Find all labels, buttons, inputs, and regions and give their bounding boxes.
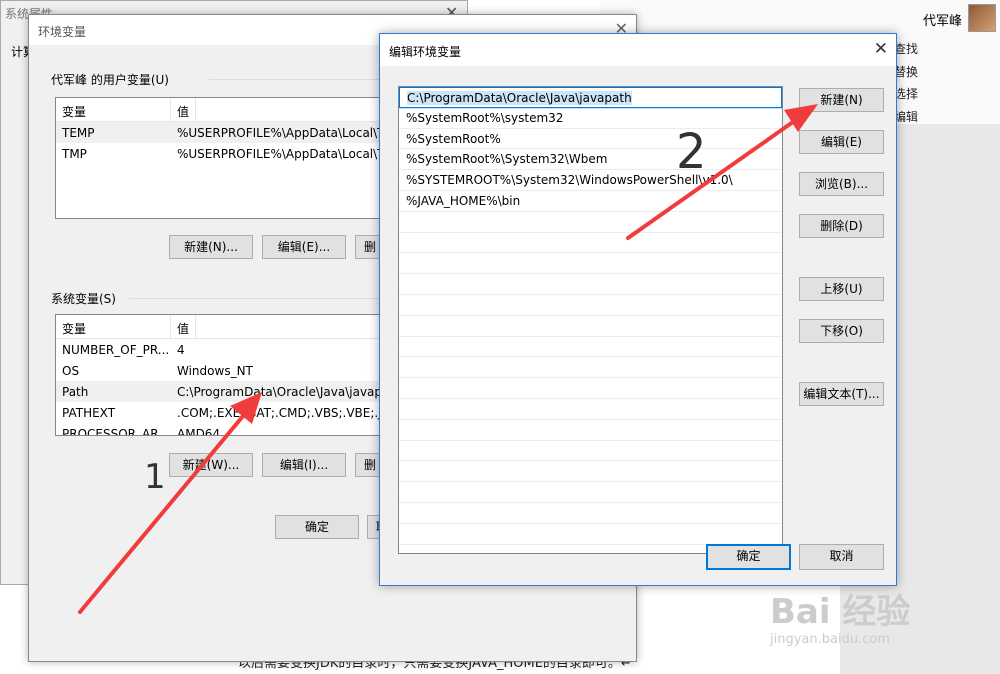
variable-name: PATHEXT <box>62 405 116 420</box>
empty-row[interactable] <box>399 420 782 441</box>
ok-button[interactable]: 确定 <box>275 515 359 539</box>
system-edit-button[interactable]: 编辑(I)... <box>262 453 346 477</box>
watermark-url: jingyan.baidu.com <box>770 632 890 647</box>
replace-command[interactable]: 替换 <box>894 63 918 80</box>
variable-value: AMD64 <box>177 426 221 436</box>
title-bar: 编辑环境变量 ✕ <box>380 34 896 66</box>
cancel-button[interactable]: 取消 <box>799 544 884 570</box>
column-header-value[interactable]: 值 <box>171 315 197 338</box>
table-row[interactable]: OS Windows_NT <box>56 360 384 381</box>
edit-button[interactable]: 编辑(E) <box>799 130 884 154</box>
variable-name: NUMBER_OF_PR... <box>62 342 170 357</box>
system-new-button[interactable]: 新建(W)... <box>169 453 253 477</box>
list-item[interactable]: %JAVA_HOME%\bin <box>399 191 782 212</box>
path-entry: C:\ProgramData\Oracle\Java\javapath <box>407 91 632 105</box>
system-variables-list[interactable]: 变量 值 NUMBER_OF_PR... 4 OS Windows_NT Pat… <box>55 314 385 436</box>
find-command[interactable]: 查找 <box>894 40 918 57</box>
empty-row[interactable] <box>399 503 782 524</box>
list-item[interactable]: %SystemRoot% <box>399 129 782 150</box>
user-variables-list[interactable]: 变量 值 TEMP %USERPROFILE%\AppData\Local\Te… <box>55 97 385 219</box>
empty-row[interactable] <box>399 461 782 483</box>
empty-row[interactable] <box>399 337 782 358</box>
empty-row[interactable] <box>399 441 782 462</box>
variable-value: Windows_NT <box>177 363 253 378</box>
table-row[interactable]: NUMBER_OF_PR... 4 <box>56 339 384 360</box>
empty-row[interactable] <box>399 295 782 316</box>
variable-value: C:\ProgramData\Oracle\Java\javapa <box>177 384 384 399</box>
empty-row[interactable] <box>399 212 782 233</box>
path-entry: %SYSTEMROOT%\System32\WindowsPowerShell\… <box>406 173 733 188</box>
move-down-button[interactable]: 下移(O) <box>799 319 884 343</box>
empty-row[interactable] <box>399 482 782 503</box>
path-entry: %SystemRoot%\system32 <box>406 110 564 125</box>
user-edit-button[interactable]: 编辑(E)... <box>262 235 346 259</box>
column-header-value[interactable]: 值 <box>171 98 197 121</box>
new-button[interactable]: 新建(N) <box>799 88 884 112</box>
variable-name: PROCESSOR_AR... <box>62 426 170 436</box>
variable-name: OS <box>62 363 80 378</box>
empty-row[interactable] <box>399 253 782 275</box>
variable-value: %USERPROFILE%\AppData\Local\Te <box>177 125 384 140</box>
list-item[interactable]: C:\ProgramData\Oracle\Java\javapath <box>399 87 782 109</box>
empty-row[interactable] <box>399 274 782 295</box>
variable-name: TEMP <box>62 125 95 140</box>
empty-row[interactable] <box>399 524 782 545</box>
table-row[interactable]: Path C:\ProgramData\Oracle\Java\javapa <box>56 381 384 402</box>
editing-group-label: 编辑 <box>894 110 919 124</box>
table-row[interactable]: PROCESSOR_AR... AMD64 <box>56 423 384 436</box>
edit-environment-variable-dialog: 编辑环境变量 ✕ C:\ProgramData\Oracle\Java\java… <box>379 33 897 586</box>
column-header-variable[interactable]: 变量 <box>56 98 171 121</box>
user-name[interactable]: 代军峰 <box>923 10 962 29</box>
watermark-logo: Bai 经验 <box>770 592 911 632</box>
list-header: 变量 值 <box>56 315 384 339</box>
table-row[interactable]: PATHEXT .COM;.EXE;.BAT;.CMD;.VBS;.VBE;.J… <box>56 402 384 423</box>
empty-row[interactable] <box>399 233 782 254</box>
list-item[interactable]: %SYSTEMROOT%\System32\WindowsPowerShell\… <box>399 170 782 191</box>
path-entry: %JAVA_HOME%\bin <box>406 193 521 208</box>
variable-name: Path <box>62 384 89 399</box>
close-icon[interactable]: ✕ <box>874 39 888 59</box>
browse-button[interactable]: 浏览(B)... <box>799 172 884 196</box>
list-item[interactable]: %SystemRoot%\system32 <box>399 108 782 129</box>
path-entry: %SystemRoot%\System32\Wbem <box>406 152 608 167</box>
empty-row[interactable] <box>399 378 782 399</box>
path-entry: %SystemRoot% <box>406 131 501 146</box>
variable-value: .COM;.EXE;.BAT;.CMD;.VBS;.VBE;.JS;. <box>177 405 384 420</box>
system-variables-label: 系统变量(S) <box>51 292 116 306</box>
list-item[interactable]: %SystemRoot%\System32\Wbem <box>399 149 782 171</box>
ok-button[interactable]: 确定 <box>706 544 791 570</box>
path-list[interactable]: C:\ProgramData\Oracle\Java\javapath %Sys… <box>398 86 783 554</box>
delete-button[interactable]: 删除(D) <box>799 214 884 238</box>
user-new-button[interactable]: 新建(N)... <box>169 235 253 259</box>
variable-value: 4 <box>177 342 185 357</box>
column-header-variable[interactable]: 变量 <box>56 315 171 338</box>
list-header: 变量 值 <box>56 98 384 122</box>
empty-row[interactable] <box>399 399 782 420</box>
dialog-title: 环境变量 <box>38 25 87 39</box>
variable-name: TMP <box>62 146 87 161</box>
select-command[interactable]: 选择 <box>894 85 918 102</box>
edit-text-button[interactable]: 编辑文本(T)... <box>799 382 884 406</box>
move-up-button[interactable]: 上移(U) <box>799 277 884 301</box>
dialog-title: 编辑环境变量 <box>389 45 462 59</box>
variable-value: %USERPROFILE%\AppData\Local\Te <box>177 146 384 161</box>
table-row[interactable]: TMP %USERPROFILE%\AppData\Local\Te <box>56 143 384 164</box>
avatar[interactable] <box>968 4 996 32</box>
table-row[interactable]: TEMP %USERPROFILE%\AppData\Local\Te <box>56 122 384 143</box>
user-variables-label: 代军峰 的用户变量(U) <box>51 73 169 87</box>
empty-row[interactable] <box>399 357 782 379</box>
empty-row[interactable] <box>399 316 782 337</box>
